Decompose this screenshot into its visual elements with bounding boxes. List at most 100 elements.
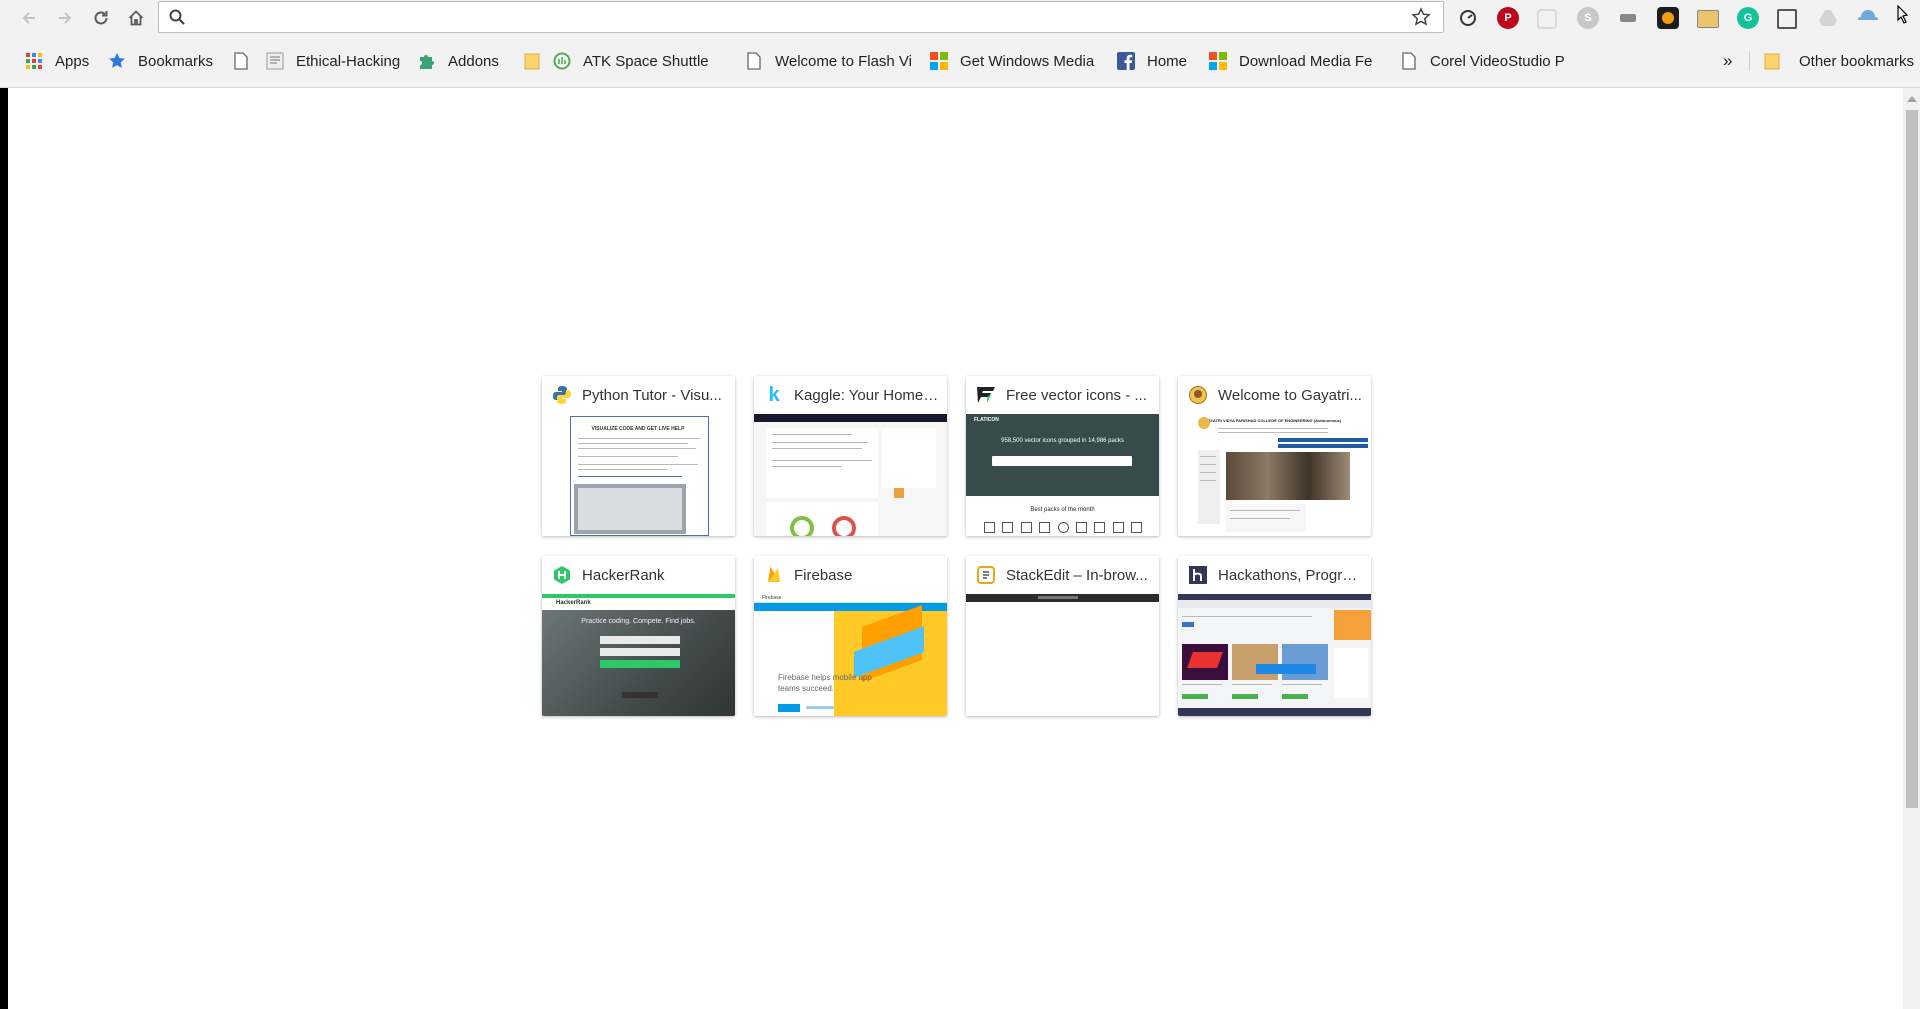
kaggle-icon: k	[768, 383, 780, 406]
page-icon	[745, 52, 763, 70]
apps-grid-icon	[25, 52, 43, 70]
document-thumb-icon	[266, 52, 284, 70]
folder-icon	[1763, 52, 1781, 70]
bookmarks-overflow-button[interactable]: »	[1723, 49, 1732, 73]
scrollbar-thumb[interactable]	[1906, 110, 1918, 808]
most-visited-tile[interactable]: k Kaggle: Your Home ...	[754, 376, 947, 536]
tile-title: Firebase	[794, 566, 853, 584]
stackedit-icon	[976, 565, 996, 585]
address-bar[interactable]	[158, 1, 1444, 33]
bookmark-label: Addons	[448, 52, 499, 70]
browser-toolbar: P S G	[0, 0, 1920, 35]
other-bookmarks-folder[interactable]: Other bookmarks	[1763, 49, 1914, 73]
tile-title: Python Tutor - Visu...	[582, 386, 722, 404]
bookmark-welcome-flash[interactable]: Welcome to Flash Vi	[745, 49, 942, 73]
tile-title: Kaggle: Your Home ...	[794, 386, 939, 404]
bookmark-bookmarks[interactable]: Bookmarks	[108, 49, 213, 73]
thumb-footer: Best packs of the month	[1030, 507, 1095, 513]
save-icon[interactable]	[1777, 9, 1797, 29]
windows-icon	[930, 52, 948, 70]
hackerearth-icon	[1188, 565, 1208, 585]
star-icon	[108, 52, 126, 70]
tampermonkey-icon[interactable]	[1657, 7, 1679, 29]
window-left-edge	[0, 88, 8, 1009]
tile-title: StackEdit – In-brow...	[1006, 566, 1148, 584]
bookmarks-bar: Apps Bookmarks Ethical-Hacking Addons AT…	[0, 35, 1920, 88]
tile-thumbnail: GAYATRI VIDYA PARISHAD COLLEGE OF ENGINE…	[1178, 414, 1371, 536]
puzzle-icon	[418, 52, 436, 70]
back-arrow-icon[interactable]	[17, 6, 41, 30]
bookmark-label: Apps	[55, 52, 90, 70]
tile-thumbnail: HackerRank Practice coding. Compete. Fin…	[542, 594, 735, 716]
most-visited-tile[interactable]: Firebase Firebase Firebase helps mobile …	[754, 556, 947, 716]
bookmark-label: Other bookmarks	[1799, 52, 1915, 70]
tile-title: Welcome to Gayatri...	[1218, 386, 1362, 404]
home-icon[interactable]	[124, 6, 148, 30]
reload-icon[interactable]	[89, 6, 113, 30]
thumb-logo: HackerRank	[556, 600, 591, 606]
forward-arrow-icon[interactable]	[53, 6, 77, 30]
cloud-icon[interactable]	[1857, 7, 1879, 29]
tile-title: Free vector icons - ...	[1006, 386, 1147, 404]
bookmark-label: Ethical-Hacking	[296, 52, 401, 70]
search-icon	[168, 8, 186, 31]
tile-thumbnail	[1178, 594, 1371, 716]
thumb-headline: Practice coding. Compete. Find jobs.	[581, 618, 696, 625]
tile-thumbnail	[754, 414, 947, 536]
bookmark-corel-videostudio[interactable]: Corel VideoStudio P	[1400, 49, 1567, 73]
bookmark-label: ATK Space Shuttle C	[583, 52, 713, 70]
bookmark-atk-space-shuttle[interactable]: ATK Space Shuttle C	[523, 49, 713, 73]
thumb-headline: 958,500 vector icons grouped in 14,986 p…	[1001, 438, 1124, 444]
skype-icon[interactable]: S	[1577, 7, 1599, 29]
scroll-up-arrow-icon[interactable]	[1907, 96, 1917, 102]
facebook-icon	[1117, 52, 1135, 70]
bookmark-ethical-hacking[interactable]: Ethical-Hacking	[232, 49, 400, 73]
thumb-headline: VISUALIZE CODE AND GET LIVE HELP	[591, 426, 685, 432]
image-icon[interactable]	[1697, 10, 1719, 28]
thumb-logo: Firebase	[762, 595, 782, 601]
most-visited-tile[interactable]: Python Tutor - Visu... VISUALIZE CODE AN…	[542, 376, 735, 536]
pinterest-icon[interactable]: P	[1497, 7, 1519, 29]
address-input[interactable]	[195, 6, 1379, 30]
tile-thumbnail	[966, 594, 1159, 716]
most-visited-tile[interactable]: StackEdit – In-brow...	[966, 556, 1159, 716]
most-visited-tile[interactable]: Hackathons, Progra...	[1178, 556, 1371, 716]
bookmark-home[interactable]: Home	[1117, 49, 1187, 73]
bookmark-label: Get Windows Media	[960, 52, 1095, 70]
grammarly-icon[interactable]: G	[1737, 7, 1759, 29]
thumb-headline: GAYATRI VIDYA PARISHAD COLLEGE OF ENGINE…	[1204, 418, 1342, 423]
bookmark-label: Welcome to Flash Vi	[775, 52, 912, 70]
tile-thumbnail: Firebase Firebase helps mobile app teams…	[754, 594, 947, 716]
hackerrank-icon	[552, 565, 572, 585]
bookmark-label: Corel VideoStudio P	[1430, 52, 1565, 70]
college-crest-icon	[1188, 385, 1208, 405]
thumb-headline: Firebase helps mobile app teams succeed.	[778, 673, 872, 693]
most-visited-tile[interactable]: Free vector icons - ... FLATICON 958,500…	[966, 376, 1159, 536]
extension-icon[interactable]	[1617, 7, 1639, 29]
bookmark-star-icon[interactable]	[1411, 7, 1431, 32]
drive-icon[interactable]	[1817, 7, 1839, 29]
flaticon-icon	[976, 385, 996, 405]
pocket-icon[interactable]	[1537, 9, 1557, 29]
most-visited-tile[interactable]: HackerRank HackerRank Practice coding. C…	[542, 556, 735, 716]
page-icon	[1400, 52, 1418, 70]
menu-icon[interactable]	[1892, 4, 1914, 26]
firebase-icon	[764, 565, 784, 585]
bookmark-addons[interactable]: Addons	[418, 49, 499, 73]
speed-dial-icon[interactable]	[1457, 7, 1479, 29]
windows-icon	[1209, 52, 1227, 70]
page-icon	[232, 52, 250, 70]
bookmark-label: Download Media Fe	[1239, 52, 1373, 70]
bookmarks-divider	[1749, 51, 1750, 71]
bookmark-get-windows-media[interactable]: Get Windows Media	[930, 49, 1100, 73]
most-visited-tile[interactable]: Welcome to Gayatri... GAYATRI VIDYA PARI…	[1178, 376, 1371, 536]
page-scrollbar[interactable]	[1903, 88, 1920, 1009]
bookmark-download-media-feature[interactable]: Download Media Fe	[1209, 49, 1375, 73]
tile-thumbnail: VISUALIZE CODE AND GET LIVE HELP	[542, 414, 735, 536]
bookmark-label: Home	[1147, 52, 1188, 70]
tile-title: HackerRank	[582, 566, 665, 584]
bookmark-label: Bookmarks	[138, 52, 214, 70]
bookmark-apps[interactable]: Apps	[25, 49, 89, 73]
overflow-chevron-icon: »	[1723, 51, 1733, 70]
atk-logo-icon	[553, 52, 571, 70]
